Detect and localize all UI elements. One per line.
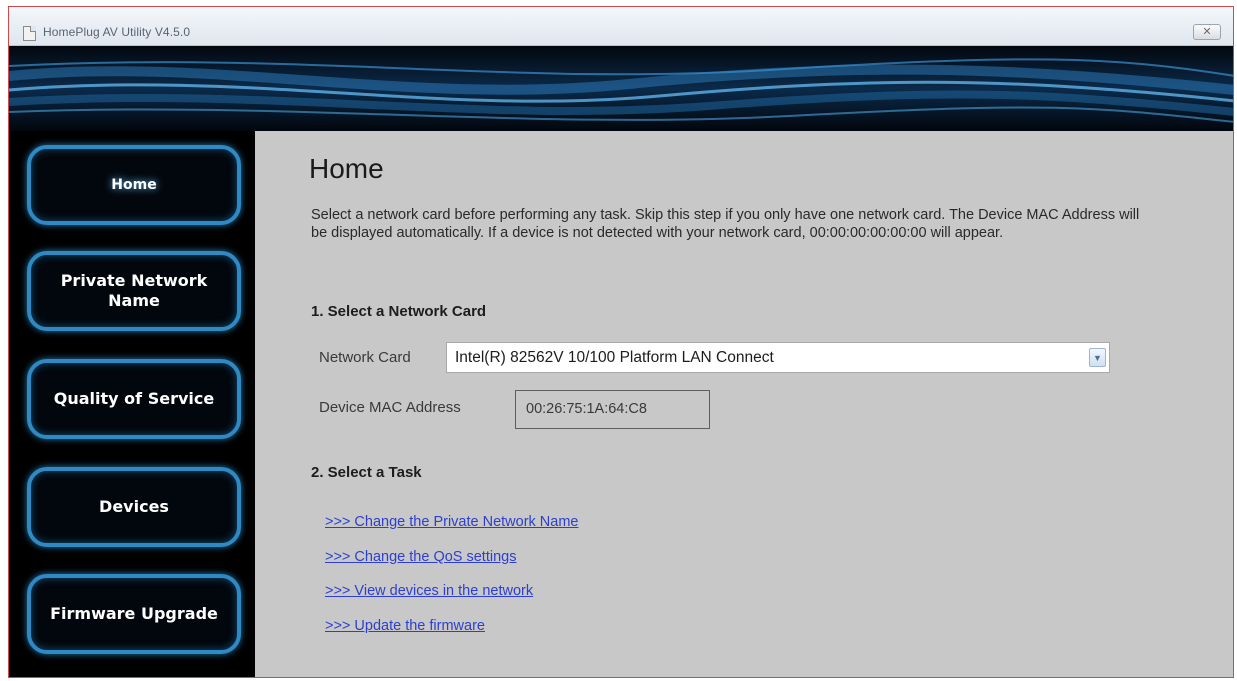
sidebar-item-label: Devices — [99, 497, 169, 516]
mac-address-label: Device MAC Address — [319, 399, 461, 416]
banner-waves-graphic — [9, 46, 1233, 131]
sidebar-item-label: Quality of Service — [53, 389, 215, 408]
sidebar-item-label: Home — [111, 177, 157, 193]
chevron-down-icon[interactable]: ▼ — [1089, 348, 1106, 367]
network-card-select[interactable]: Intel(R) 82562V 10/100 Platform LAN Conn… — [446, 342, 1110, 373]
sidebar-item-firmware-upgrade[interactable]: Firmware Upgrade — [27, 574, 241, 654]
close-button[interactable]: ✕ — [1193, 24, 1221, 40]
title-bar: HomePlug AV Utility V4.5.0 ✕ — [9, 7, 1233, 46]
header-banner — [9, 46, 1233, 131]
sidebar-item-home[interactable]: Home — [27, 145, 241, 225]
sidebar-item-private-network-name[interactable]: Private Network Name — [27, 251, 241, 331]
mac-address-value: 00:26:75:1A:64:C8 — [526, 401, 647, 417]
sidebar-item-quality-of-service[interactable]: Quality of Service — [27, 359, 241, 439]
link-change-network-name[interactable]: >>> Change the Private Network Name — [325, 514, 578, 530]
link-view-devices[interactable]: >>> View devices in the network — [325, 583, 533, 599]
close-icon: ✕ — [1202, 26, 1212, 38]
window-title: HomePlug AV Utility V4.5.0 — [43, 25, 191, 39]
link-update-firmware[interactable]: >>> Update the firmware — [325, 618, 485, 634]
app-window: HomePlug AV Utility V4.5.0 ✕ Home Privat… — [8, 6, 1234, 678]
app-icon — [23, 26, 36, 41]
sidebar-item-devices[interactable]: Devices — [27, 467, 241, 547]
network-card-label: Network Card — [319, 349, 411, 366]
mac-address-field: 00:26:75:1A:64:C8 — [515, 390, 710, 429]
intro-text: Select a network card before performing … — [311, 207, 1140, 241]
section-title-network-card: 1. Select a Network Card — [311, 303, 487, 320]
sidebar-item-label: Private Network Name — [60, 271, 208, 310]
main-panel: Home Select a network card before perfor… — [255, 131, 1233, 677]
network-card-value: Intel(R) 82562V 10/100 Platform LAN Conn… — [455, 349, 774, 366]
sidebar: Home Private Network Name Quality of Ser… — [9, 131, 255, 677]
section-title-task: 2. Select a Task — [311, 464, 422, 481]
sidebar-item-label: Firmware Upgrade — [50, 604, 218, 623]
link-change-qos[interactable]: >>> Change the QoS settings — [325, 549, 516, 565]
page-title: Home — [309, 153, 384, 184]
